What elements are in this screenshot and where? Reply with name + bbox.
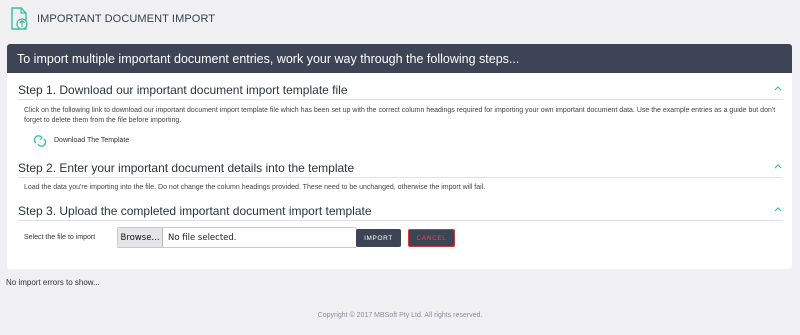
page-header: IMPORTANT DOCUMENT IMPORT xyxy=(0,0,800,40)
chevron-up-icon[interactable] xyxy=(773,205,783,213)
browse-button[interactable]: Browse... xyxy=(118,228,163,247)
cancel-button[interactable]: CANCEL xyxy=(408,229,455,247)
file-select-label: Select the file to import xyxy=(24,234,96,241)
chevron-up-icon[interactable] xyxy=(773,162,783,170)
step-3-header[interactable]: Step 3. Upload the completed important d… xyxy=(18,203,783,221)
import-errors-status: No import errors to show... xyxy=(6,278,100,287)
download-template-link[interactable]: Download The Template xyxy=(54,137,129,144)
file-status: No file selected. xyxy=(168,233,237,243)
document-upload-icon xyxy=(11,7,28,30)
file-input[interactable]: Browse... No file selected. xyxy=(117,227,357,248)
download-template-icon[interactable] xyxy=(33,134,47,148)
step-2-title: Step 2. Enter your important document de… xyxy=(18,161,355,175)
step-1-header[interactable]: Step 1. Download our important document … xyxy=(18,82,783,100)
chevron-up-icon[interactable] xyxy=(773,84,783,92)
step-3-title: Step 3. Upload the completed important d… xyxy=(18,204,372,218)
step-2-instructions: Load the data you're importing into the … xyxy=(24,184,486,191)
step-1-title: Step 1. Download our important document … xyxy=(18,83,348,97)
footer-copyright: Copyright © 2017 MBSoft Pty Ltd. All rig… xyxy=(317,312,483,319)
page-title: IMPORTANT DOCUMENT IMPORT xyxy=(37,13,216,25)
instructions-banner: To import multiple important document en… xyxy=(7,44,792,73)
step-1-instructions: Click on the following link to download … xyxy=(24,107,776,124)
step-2-header[interactable]: Step 2. Enter your important document de… xyxy=(18,160,783,178)
import-button[interactable]: IMPORT xyxy=(356,229,401,247)
import-card: To import multiple important document en… xyxy=(7,44,792,269)
